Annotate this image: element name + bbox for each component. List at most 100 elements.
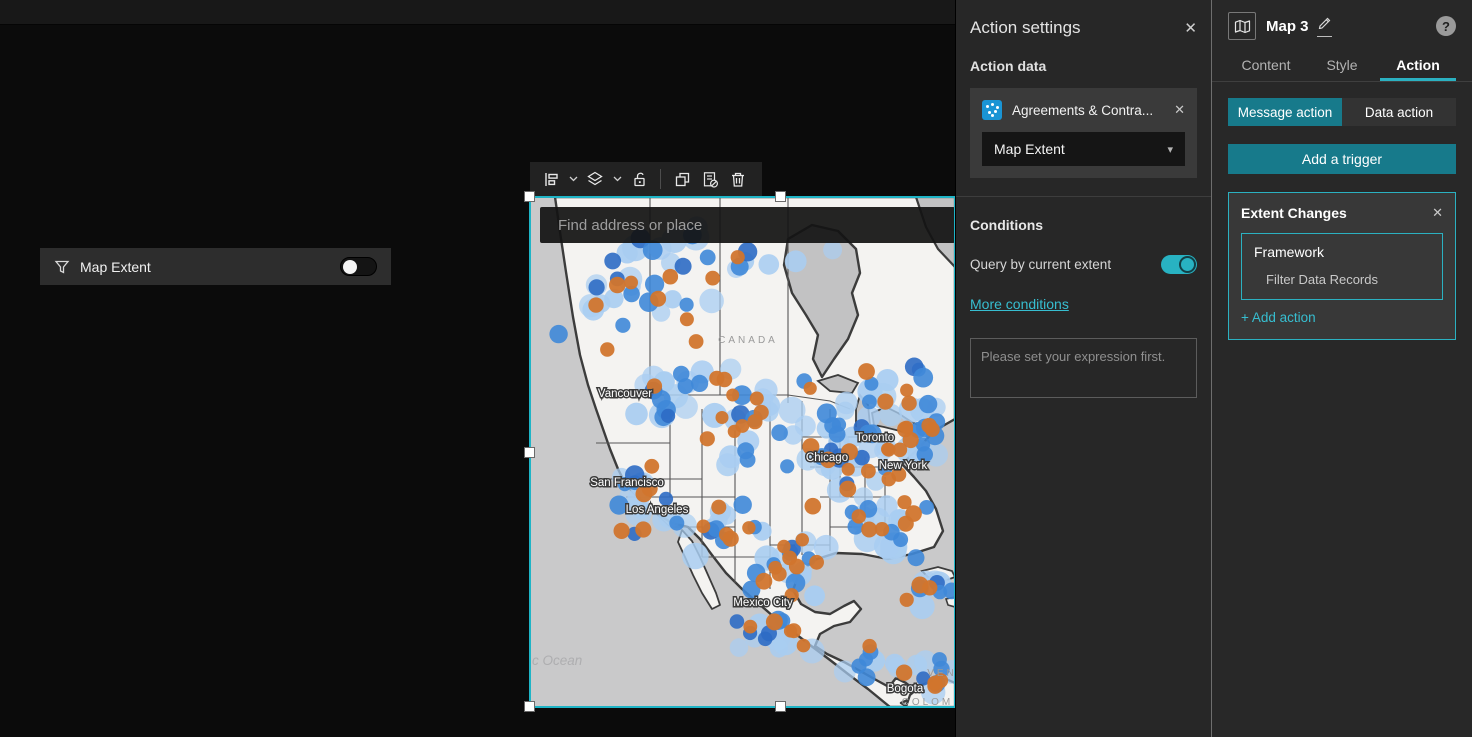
map-data-point bbox=[624, 275, 638, 290]
trigger-action-name: Filter Data Records bbox=[1266, 272, 1378, 287]
region-label: COLOMBIA bbox=[902, 697, 955, 707]
expression-box[interactable]: Please set your expression first. bbox=[970, 338, 1197, 398]
data-action-segment[interactable]: Data action bbox=[1342, 98, 1456, 126]
message-action-segment[interactable]: Message action bbox=[1228, 98, 1342, 126]
duplicate-button[interactable] bbox=[669, 165, 695, 193]
map-data-point bbox=[604, 252, 622, 270]
map-data-point bbox=[786, 623, 802, 639]
map-data-point bbox=[862, 638, 877, 654]
map-data-point bbox=[803, 381, 817, 395]
tab-style[interactable]: Style bbox=[1304, 50, 1380, 81]
add-trigger-button[interactable]: Add a trigger bbox=[1228, 144, 1456, 174]
move-to-chevron-icon[interactable] bbox=[610, 165, 624, 193]
map-data-point bbox=[711, 499, 727, 515]
map-data-point bbox=[900, 383, 914, 397]
extent-changes-trigger-card: Extent Changes ✕ Framework Filter Data R… bbox=[1228, 192, 1456, 340]
map-data-point bbox=[809, 554, 824, 570]
move-to-button[interactable] bbox=[582, 165, 608, 193]
map-data-point bbox=[696, 519, 711, 534]
more-conditions-link[interactable]: More conditions bbox=[970, 296, 1069, 312]
pending-button[interactable] bbox=[697, 165, 723, 193]
city-label: Toronto bbox=[856, 432, 894, 444]
map-data-point bbox=[901, 395, 917, 411]
toolbar-separator bbox=[660, 169, 661, 189]
tab-content[interactable]: Content bbox=[1228, 50, 1304, 81]
remove-dataset-icon[interactable]: ✕ bbox=[1174, 102, 1185, 118]
tab-action[interactable]: Action bbox=[1380, 50, 1456, 81]
map-data-point bbox=[739, 451, 756, 468]
order-chevron-icon[interactable] bbox=[566, 165, 580, 193]
widget-toolbar bbox=[530, 162, 762, 196]
experience-builder-canvas: Map Extent Vancouver Toronto Chicago New… bbox=[0, 0, 1472, 737]
map-extent-filter-widget[interactable]: Map Extent bbox=[40, 248, 391, 285]
filter-toggle[interactable] bbox=[340, 257, 377, 276]
city-label: Mexico City bbox=[733, 597, 793, 609]
action-dataset-card: Agreements & Contra... ✕ Map Extent ▾ bbox=[970, 88, 1197, 178]
map-data-point bbox=[897, 515, 914, 532]
map-data-point bbox=[691, 374, 709, 392]
add-action-link[interactable]: + Add action bbox=[1241, 310, 1316, 325]
query-extent-toggle[interactable] bbox=[1161, 255, 1197, 274]
map-data-point bbox=[642, 240, 663, 260]
map-data-point bbox=[644, 458, 660, 474]
unlock-icon[interactable] bbox=[626, 165, 652, 193]
map-data-point bbox=[733, 495, 752, 514]
map-data-point bbox=[823, 240, 843, 260]
rename-pencil-icon[interactable] bbox=[1316, 15, 1332, 37]
city-label: Chicago bbox=[806, 452, 848, 464]
resize-handle-bottom-left[interactable] bbox=[524, 701, 535, 712]
widget-title: Map 3 bbox=[1266, 17, 1309, 35]
map-data-point bbox=[673, 365, 690, 383]
map-basemap: Vancouver Toronto Chicago New York San Franc… bbox=[530, 197, 955, 707]
remove-trigger-icon[interactable]: ✕ bbox=[1432, 205, 1443, 221]
map-data-point bbox=[851, 509, 866, 524]
trigger-data-select[interactable]: Map Extent ▾ bbox=[982, 132, 1185, 166]
map-data-point bbox=[796, 638, 811, 653]
ocean-label: c Ocean bbox=[532, 653, 582, 668]
map-data-point bbox=[699, 288, 724, 314]
map-data-point bbox=[699, 249, 716, 266]
map-data-point bbox=[679, 312, 694, 327]
toggle-knob bbox=[1179, 256, 1196, 273]
map-data-point bbox=[899, 592, 914, 607]
action-data-label: Action data bbox=[970, 58, 1047, 74]
map-data-point bbox=[729, 614, 745, 629]
order-button[interactable] bbox=[538, 165, 564, 193]
trigger-target: Framework bbox=[1254, 244, 1325, 260]
map-data-point bbox=[726, 388, 740, 402]
close-icon[interactable]: ✕ bbox=[1184, 21, 1197, 36]
resize-handle-bottom-center[interactable] bbox=[775, 701, 786, 712]
map-data-point bbox=[836, 401, 855, 420]
trigger-action-item[interactable]: Framework Filter Data Records bbox=[1241, 233, 1443, 300]
map-data-point bbox=[674, 257, 692, 275]
chevron-down-icon: ▾ bbox=[1167, 143, 1173, 156]
map-data-point bbox=[722, 530, 739, 547]
map-search-bar[interactable] bbox=[540, 207, 955, 243]
widget-settings-panel: Map 3 ? Content Style Action Message act… bbox=[1211, 0, 1472, 737]
map-widget[interactable]: Vancouver Toronto Chicago New York San Franc… bbox=[524, 191, 956, 712]
action-type-segments: Message action Data action bbox=[1228, 98, 1456, 126]
query-extent-label: Query by current extent bbox=[970, 257, 1112, 272]
map-data-point bbox=[588, 279, 605, 296]
resize-handle-left-middle[interactable] bbox=[524, 447, 535, 458]
resize-handle-top-left[interactable] bbox=[524, 191, 535, 202]
map-data-point bbox=[663, 290, 682, 309]
city-label: Bogota bbox=[887, 683, 924, 695]
map-data-point bbox=[749, 391, 764, 406]
map-search-input[interactable] bbox=[540, 207, 955, 243]
map-data-point bbox=[688, 334, 704, 349]
map-data-point bbox=[804, 585, 825, 607]
map-data-point bbox=[911, 576, 929, 594]
map-data-point bbox=[755, 572, 773, 590]
dataset-name: Agreements & Contra... bbox=[1012, 102, 1154, 118]
city-label: New York bbox=[879, 460, 928, 472]
map-data-point bbox=[715, 411, 729, 424]
map-data-point bbox=[794, 415, 816, 437]
map-data-point bbox=[828, 425, 846, 443]
delete-button[interactable] bbox=[725, 165, 751, 193]
map-data-point bbox=[861, 521, 878, 538]
help-icon[interactable]: ? bbox=[1436, 16, 1456, 36]
map-data-point bbox=[650, 290, 667, 307]
resize-handle-top-center[interactable] bbox=[775, 191, 786, 202]
map-data-point bbox=[635, 521, 652, 538]
